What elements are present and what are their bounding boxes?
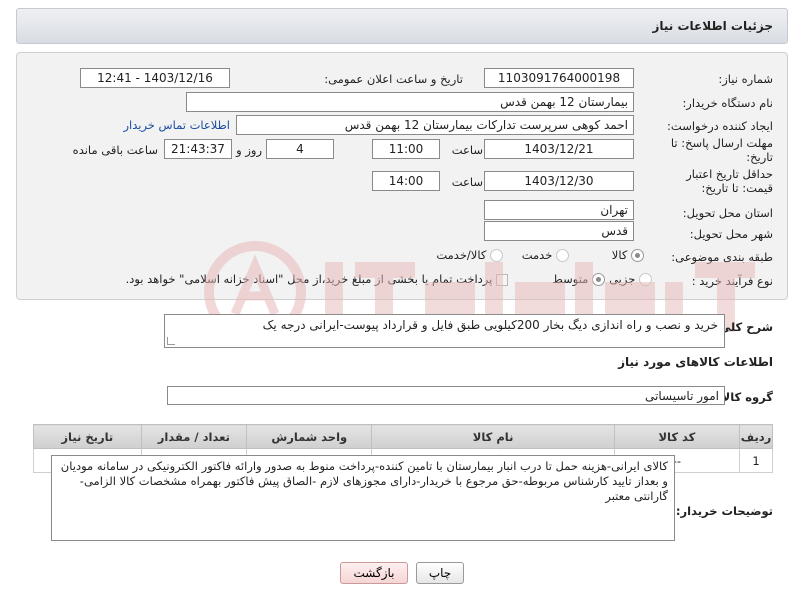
category-option-service[interactable]: خدمت xyxy=(522,248,569,262)
days-label: روز و xyxy=(236,143,262,157)
radio-selected-icon[interactable] xyxy=(592,273,605,286)
remaining-time-label: ساعت باقی مانده xyxy=(72,143,158,157)
goods-group-field[interactable]: امور تاسیساتی xyxy=(167,386,725,405)
reply-deadline-label: مهلت ارسال پاسخ: تا تاریخ: xyxy=(670,136,773,164)
buyer-org-field[interactable]: بیمارستان 12 بهمن قدس xyxy=(186,92,634,112)
announce-datetime-label: تاریخ و ساعت اعلان عمومی: xyxy=(324,72,463,86)
radio-unselected-icon[interactable] xyxy=(490,249,503,262)
price-validity-time-label: ساعت xyxy=(451,175,483,189)
resize-grip-icon[interactable] xyxy=(167,337,175,345)
back-button[interactable]: بازگشت xyxy=(340,562,408,584)
print-button[interactable]: چاپ xyxy=(416,562,464,584)
category-option-goods[interactable]: کالا xyxy=(612,248,644,262)
page-title: جزئیات اطلاعات نیاز xyxy=(652,19,773,33)
city-field[interactable]: قدس xyxy=(484,221,634,241)
cell-row: 1 xyxy=(739,448,773,473)
goods-table-header: ردیف کد کالا نام کالا واحد شمارش تعداد /… xyxy=(33,424,773,449)
price-validity-label: حداقل تاریخ اعتبار قیمت: تا تاریخ: xyxy=(686,167,773,195)
remaining-time-field[interactable]: 21:43:37 xyxy=(164,139,232,159)
purchase-process-label: نوع فرآیند خرید : xyxy=(691,274,773,288)
radio-selected-icon[interactable] xyxy=(631,249,644,262)
process-option-minor[interactable]: جزیی xyxy=(609,272,652,286)
goods-section-title: اطلاعات کالاهای مورد نیاز xyxy=(618,355,773,369)
summary-text: خرید و نصب و راه اندازی دیگ بخار 200کیلو… xyxy=(262,318,718,332)
province-field[interactable]: تهران xyxy=(484,200,634,220)
category-option-goods-service[interactable]: کالا/خدمت xyxy=(436,248,503,262)
radio-unselected-icon[interactable] xyxy=(639,273,652,286)
process-option-medium[interactable]: متوسط xyxy=(552,272,605,286)
col-row-header: ردیف xyxy=(739,424,773,449)
col-date-header: تاریخ نیاز xyxy=(33,424,142,449)
reply-deadline-date-field[interactable]: 1403/12/21 xyxy=(484,139,634,159)
buyer-contact-link[interactable]: اطلاعات تماس خریدار xyxy=(123,118,230,132)
goods-group-label: گروه کالا: xyxy=(717,390,773,404)
city-label: شهر محل تحویل: xyxy=(689,227,773,241)
category-option-label: کالا/خدمت xyxy=(436,248,487,262)
category-option-label: کالا xyxy=(611,248,628,262)
treasury-payment-note: پرداخت تمام یا بخشی از مبلغ خرید،از محل … xyxy=(125,272,493,286)
buyer-notes-label: توضیحات خریدار: xyxy=(675,504,773,518)
province-label: استان محل تحویل: xyxy=(682,206,773,220)
reply-deadline-time-label: ساعت xyxy=(451,143,483,157)
price-validity-time-field[interactable]: 14:00 xyxy=(372,171,440,191)
requester-label: ایجاد کننده درخواست: xyxy=(667,119,773,133)
announce-datetime-field[interactable]: 1403/12/16 - 12:41 xyxy=(80,68,230,88)
category-option-label: خدمت xyxy=(521,248,553,262)
col-code-header: کد کالا xyxy=(613,424,741,449)
col-qty-header: تعداد / مقدار xyxy=(140,424,248,449)
page-header: جزئیات اطلاعات نیاز xyxy=(16,8,788,44)
process-option-label: متوسط xyxy=(552,272,589,286)
checkbox-icon[interactable] xyxy=(496,273,508,286)
requester-field[interactable]: احمد کوهی سرپرست تدارکات بیمارستان 12 به… xyxy=(236,115,634,135)
category-label: طبقه بندی موضوعی: xyxy=(671,250,773,264)
col-name-header: نام کالا xyxy=(371,424,615,449)
process-option-label: جزیی xyxy=(609,272,636,286)
need-number-label: شماره نیاز: xyxy=(718,72,773,86)
buyer-org-label: نام دستگاه خریدار: xyxy=(682,96,773,110)
radio-unselected-icon[interactable] xyxy=(556,249,569,262)
buyer-notes-text: کالای ایرانی-هزینه حمل تا درب انبار بیما… xyxy=(60,459,668,503)
price-validity-date-field[interactable]: 1403/12/30 xyxy=(484,171,634,191)
col-unit-header: واحد شمارش xyxy=(246,424,373,449)
days-remaining-field[interactable]: 4 xyxy=(266,139,334,159)
reply-deadline-time-field[interactable]: 11:00 xyxy=(372,139,440,159)
need-number-field[interactable]: 1103091764000198 xyxy=(484,68,634,88)
treasury-payment-checkbox[interactable]: پرداخت تمام یا بخشی از مبلغ خرید،از محل … xyxy=(126,272,508,286)
buyer-notes-textarea[interactable]: کالای ایرانی-هزینه حمل تا درب انبار بیما… xyxy=(51,455,675,541)
summary-textarea[interactable]: خرید و نصب و راه اندازی دیگ بخار 200کیلو… xyxy=(164,314,725,348)
